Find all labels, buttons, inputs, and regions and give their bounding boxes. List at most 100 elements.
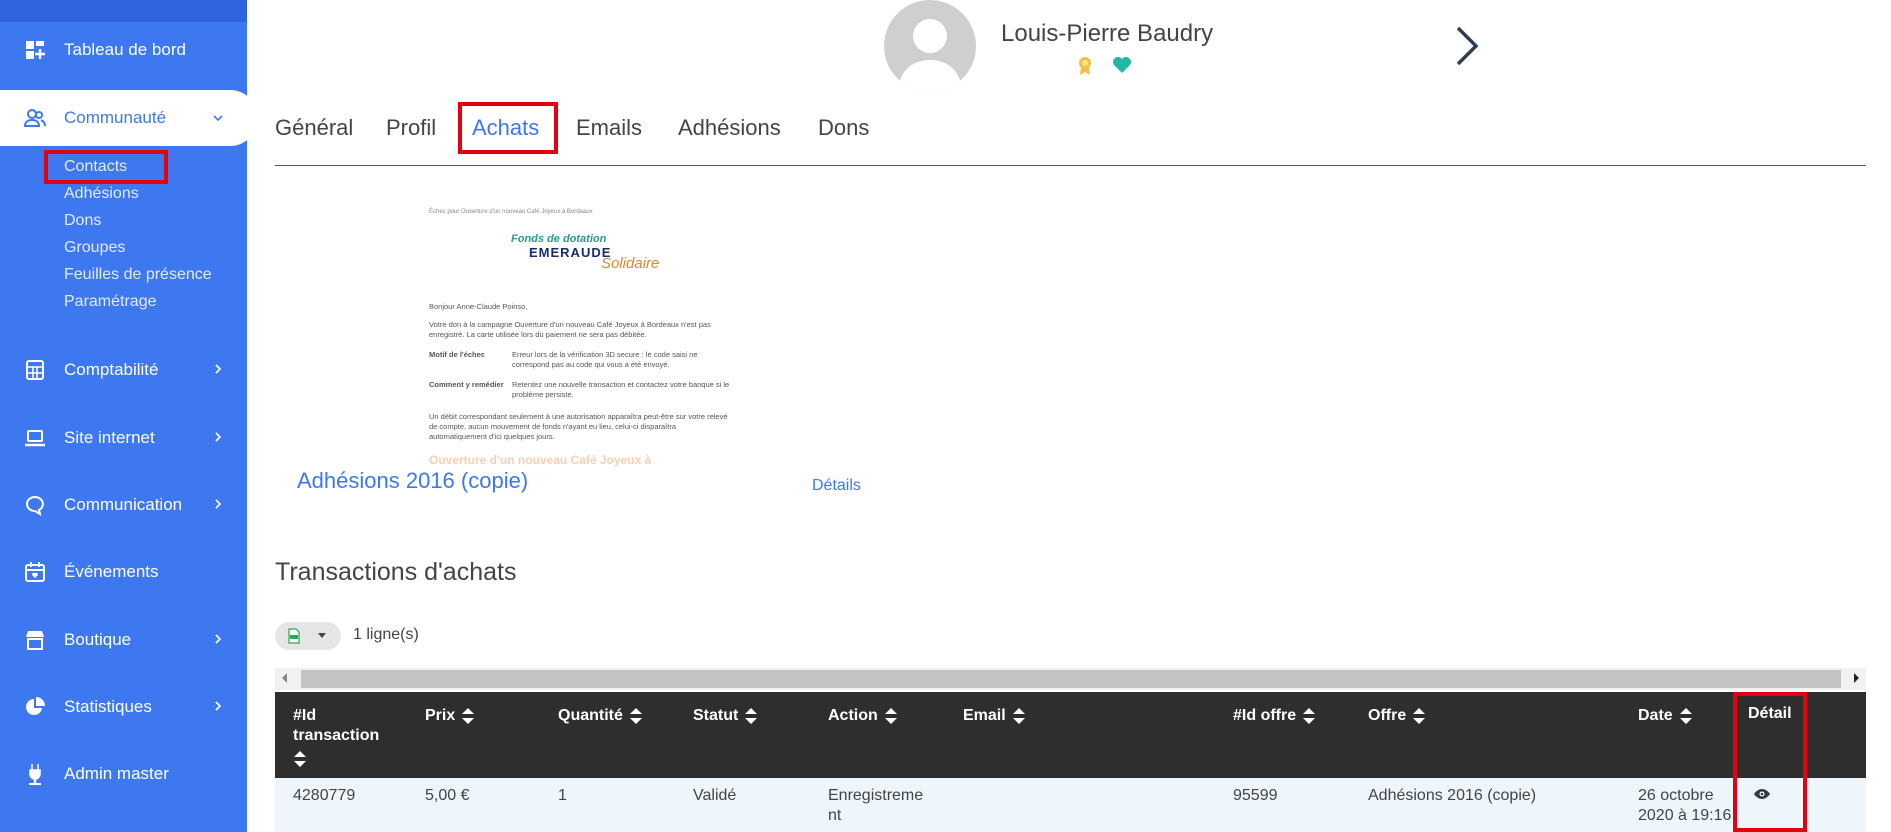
heart-icon — [1113, 57, 1131, 73]
cell-action: Enregistrement — [828, 787, 924, 824]
receipt-faded-title: Ouverture d'un nouveau Café Joyeux à — [429, 453, 652, 467]
export-button[interactable] — [275, 622, 341, 650]
pie-chart-icon — [26, 697, 45, 715]
subitem-parametrage[interactable]: Paramétrage — [64, 293, 157, 311]
sidebar-item-communication[interactable]: Communication — [0, 479, 247, 531]
sidebar-item-evenements[interactable]: Événements — [0, 546, 247, 598]
receipt-header-line: Échec pour Ouverture d'un nouveau Café J… — [429, 209, 593, 215]
column-quantite[interactable]: Quantité — [558, 706, 643, 726]
tab-emails[interactable]: Emails — [576, 115, 642, 141]
receipt-logo-line3: Solidaire — [601, 255, 660, 272]
sort-icon[interactable] — [1302, 707, 1316, 725]
transactions-title: Transactions d'achats — [275, 558, 517, 586]
subitem-dons[interactable]: Dons — [64, 212, 101, 230]
column-header-label: Email — [963, 707, 1006, 724]
column-header-label: Offre — [1368, 707, 1407, 724]
sort-icon[interactable] — [1679, 707, 1693, 725]
column-header-label: Quantité — [558, 707, 623, 724]
sidebar-top-strip — [0, 0, 247, 22]
column-id-offre[interactable]: #Id offre — [1233, 706, 1316, 726]
receipt-greeting: Bonjour Anne-Claude Poinso, — [429, 302, 528, 311]
avatar — [884, 0, 976, 92]
subitem-feuilles-de-presence[interactable]: Feuilles de présence — [64, 266, 212, 284]
scroll-left-icon[interactable] — [281, 672, 289, 684]
cell-id-transaction: 4280779 — [293, 787, 356, 804]
sidebar-item-label: Événements — [64, 562, 159, 581]
sort-icon[interactable] — [1012, 707, 1026, 725]
sidebar-item-label: Statistiques — [64, 697, 152, 716]
receipt-reason-text: Erreur lors de la vérification 3D secure… — [512, 350, 698, 370]
sidebar-item-label: Site internet — [64, 428, 155, 447]
sort-icon[interactable] — [629, 707, 643, 725]
column-prix[interactable]: Prix — [425, 706, 475, 726]
user-name: Louis-Pierre Baudry — [1001, 20, 1214, 47]
offer-details-link[interactable]: Détails — [812, 477, 861, 495]
cell-statut: Validé — [693, 787, 737, 804]
cell-date: 26 octobre 2020 à 19:16 — [1638, 787, 1732, 824]
next-contact-arrow-icon[interactable] — [1450, 24, 1482, 68]
award-icon — [1079, 57, 1091, 75]
tab-dons[interactable]: Dons — [818, 115, 869, 141]
sort-icon[interactable] — [884, 707, 898, 725]
sort-icon[interactable] — [293, 750, 307, 768]
sort-icon[interactable] — [744, 707, 758, 725]
receipt-reason-label: Motif de l'échec — [429, 350, 485, 359]
caret-down-icon — [318, 633, 326, 638]
sidebar-item-site-internet[interactable]: Site internet — [0, 412, 247, 464]
dashboard-icon — [26, 41, 45, 59]
chevron-right-icon — [215, 701, 222, 711]
receipt-fix-label: Comment y remédier — [429, 380, 504, 389]
community-icon — [24, 109, 46, 127]
column-offre[interactable]: Offre — [1368, 706, 1426, 726]
tab-profil[interactable]: Profil — [386, 115, 436, 141]
horizontal-scrollbar[interactable] — [275, 668, 1866, 690]
scrollbar-thumb[interactable] — [301, 670, 1841, 688]
receipt-intro: Votre don à la campagne Ouverture d'un n… — [429, 320, 711, 340]
offer-title[interactable]: Adhésions 2016 (copie) — [297, 468, 528, 494]
admin-icon — [29, 764, 41, 785]
column-statut[interactable]: Statut — [693, 706, 758, 726]
sort-icon[interactable] — [461, 707, 475, 725]
sidebar-item-communaute[interactable]: Communauté — [0, 90, 258, 146]
chevron-right-icon — [215, 634, 222, 644]
column-email[interactable]: Email — [963, 706, 1026, 726]
column-id-transaction[interactable]: #Id transaction — [293, 706, 393, 768]
sidebar-item-label: Admin master — [64, 764, 169, 783]
sidebar-item-tableau-de-bord[interactable]: Tableau de bord — [0, 24, 247, 76]
column-action[interactable]: Action — [828, 706, 898, 726]
column-header-label: Statut — [693, 707, 739, 724]
row-count: 1 ligne(s) — [353, 626, 419, 643]
column-date[interactable]: Date — [1638, 706, 1693, 726]
sidebar-item-label: Comptabilité — [64, 360, 159, 379]
shop-icon — [26, 631, 44, 650]
detail-highlight-box — [1733, 692, 1807, 832]
column-header-label: Action — [828, 707, 878, 724]
sidebar-item-statistiques[interactable]: Statistiques — [0, 681, 247, 733]
subitem-adhesions[interactable]: Adhésions — [64, 185, 139, 203]
table-row: 4280779 5,00 € 1 Validé Enregistrement 9… — [275, 778, 1866, 832]
laptop-icon — [25, 430, 45, 447]
user-placeholder-icon — [898, 19, 962, 92]
calendar-icon — [25, 562, 45, 582]
scroll-right-icon[interactable] — [1852, 672, 1860, 684]
tab-adhesions[interactable]: Adhésions — [678, 115, 781, 141]
sidebar-item-boutique[interactable]: Boutique — [0, 614, 247, 666]
sidebar-item-comptabilite[interactable]: Comptabilité — [0, 344, 247, 396]
chevron-right-icon — [215, 499, 222, 509]
sort-icon[interactable] — [1412, 707, 1426, 725]
sidebar-item-label: Tableau de bord — [64, 40, 186, 59]
cell-prix: 5,00 € — [425, 787, 470, 804]
calculator-icon — [26, 360, 44, 380]
cell-offre: Adhésions 2016 (copie) — [1368, 787, 1537, 804]
user-badges — [1078, 56, 1132, 76]
sidebar-item-label: Communication — [64, 495, 183, 514]
sidebar-item-admin-master[interactable]: Admin master — [0, 748, 247, 800]
column-header-label: #Id transaction — [293, 707, 380, 744]
column-header-label: Date — [1638, 707, 1673, 724]
subitem-groupes[interactable]: Groupes — [64, 239, 125, 257]
sidebar: Tableau de bord Communauté Contacts Adhé… — [0, 0, 258, 832]
cell-quantite: 1 — [558, 787, 567, 804]
tab-general[interactable]: Général — [275, 115, 353, 141]
chevron-right-icon — [215, 364, 222, 374]
column-header-label: Prix — [425, 707, 456, 724]
